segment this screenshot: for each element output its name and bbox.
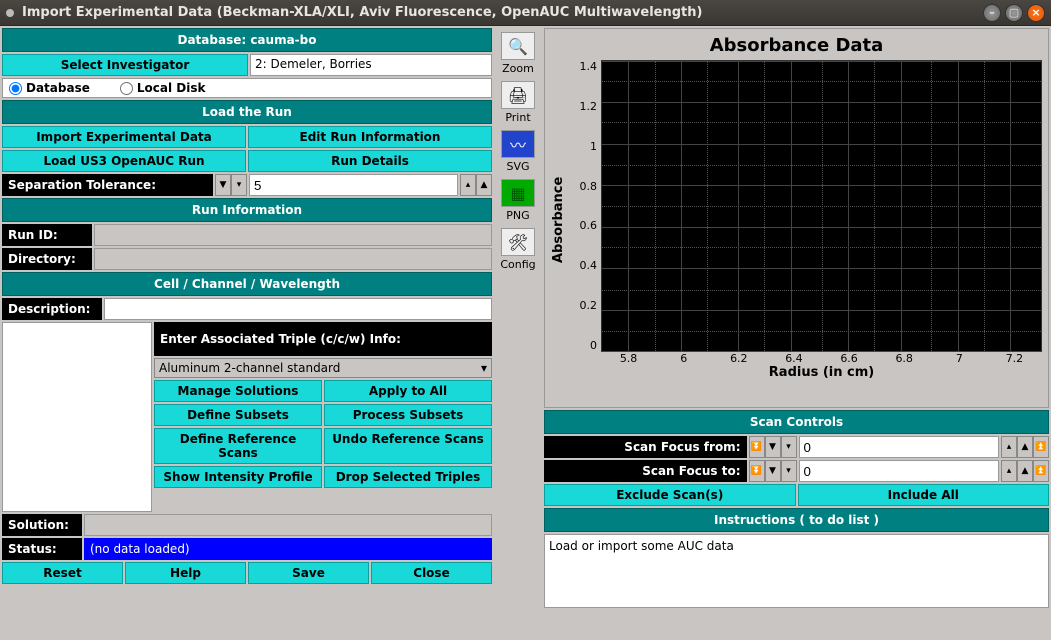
scan-to-bbdn[interactable]: ⏬ [749,460,765,482]
run-info-header: Run Information [2,198,492,222]
scan-to-bup[interactable]: ▲ [1017,460,1033,482]
titlebar: Import Experimental Data (Beckman-XLA/XL… [0,0,1051,26]
chart-xticks: 5.8 6 6.2 6.4 6.6 6.8 7 7.2 [571,352,1042,365]
solution-label: Solution: [2,514,82,536]
scan-from-input[interactable] [799,436,1000,458]
ccw-header: Cell / Channel / Wavelength [2,272,492,296]
window-title: Import Experimental Data (Beckman-XLA/XL… [22,5,702,20]
chart: Absorbance Data Absorbance 1.4 1.2 1 0.8… [544,28,1049,408]
png-tool[interactable]: ▦ PNG [497,177,539,224]
config-tool[interactable]: 🛠 Config [497,226,539,273]
drop-triples-button[interactable]: Drop Selected Triples [324,466,492,488]
svg-icon: 〰 [501,130,535,158]
show-intensity-button[interactable]: Show Intensity Profile [154,466,322,488]
process-subsets-button[interactable]: Process Subsets [324,404,492,426]
scan-to-bdn[interactable]: ▼ [765,460,781,482]
png-icon: ▦ [501,179,535,207]
plot-area[interactable] [601,60,1042,352]
edit-run-button[interactable]: Edit Run Information [248,126,492,148]
scan-controls-header: Scan Controls [544,410,1049,434]
scan-to-dn[interactable]: ▾ [781,460,797,482]
apply-all-button[interactable]: Apply to All [324,380,492,402]
scan-from-up[interactable]: ▴ [1001,436,1017,458]
solution-field[interactable] [84,514,492,536]
scan-from-bup[interactable]: ▲ [1017,436,1033,458]
chart-xlabel: Radius (in cm) [571,365,1042,380]
triple-info-header: Enter Associated Triple (c/c/w) Info: [154,322,492,356]
directory-field[interactable] [94,248,492,270]
investigator-field[interactable]: 2: Demeler, Borries [250,54,492,76]
close-window-button[interactable]: × [1027,4,1045,22]
sep-tol-big-down[interactable]: ▼ [215,174,231,196]
zoom-icon: 🔍 [501,32,535,60]
run-id-field[interactable] [94,224,492,246]
sep-tol-input[interactable] [249,174,458,196]
centerpiece-select[interactable]: Aluminum 2-channel standard ▾ [154,358,492,378]
scan-to-bbup[interactable]: ⏫ [1033,460,1049,482]
scan-to-input[interactable] [799,460,1000,482]
load-us3-button[interactable]: Load US3 OpenAUC Run [2,150,246,172]
minimize-button[interactable]: – [983,4,1001,22]
include-all-button[interactable]: Include All [798,484,1050,506]
chart-yticks: 1.4 1.2 1 0.8 0.6 0.4 0.2 0 [571,60,601,352]
save-button[interactable]: Save [248,562,369,584]
instructions-text: Load or import some AUC data [544,534,1049,608]
run-id-label: Run ID: [2,224,92,246]
print-tool[interactable]: 🖨 Print [497,79,539,126]
scan-from-dn[interactable]: ▾ [781,436,797,458]
window-dot-icon [6,9,14,17]
description-field[interactable] [104,298,492,320]
description-label: Description: [2,298,102,320]
load-run-header: Load the Run [2,100,492,124]
close-button[interactable]: Close [371,562,492,584]
scan-from-bbup[interactable]: ⏫ [1033,436,1049,458]
help-button[interactable]: Help [125,562,246,584]
triple-list[interactable] [2,322,152,512]
instructions-header: Instructions ( to do list ) [544,508,1049,532]
maximize-button[interactable]: ▢ [1005,4,1023,22]
status-label: Status: [2,538,82,560]
scan-from-bdn[interactable]: ▼ [765,436,781,458]
select-investigator-button[interactable]: Select Investigator [2,54,248,76]
undo-ref-button[interactable]: Undo Reference Scans [324,428,492,464]
define-subsets-button[interactable]: Define Subsets [154,404,322,426]
scan-to-label: Scan Focus to: [544,460,747,482]
database-header: Database: cauma-bo [2,28,492,52]
directory-label: Directory: [2,248,92,270]
exclude-scans-button[interactable]: Exclude Scan(s) [544,484,796,506]
manage-solutions-button[interactable]: Manage Solutions [154,380,322,402]
svg-tool[interactable]: 〰 SVG [497,128,539,175]
chart-title: Absorbance Data [551,35,1042,56]
scan-from-label: Scan Focus from: [544,436,747,458]
chevron-down-icon: ▾ [481,361,487,375]
sep-tol-up[interactable]: ▴ [460,174,476,196]
source-radio-group: Database Local Disk [2,78,492,98]
config-icon: 🛠 [501,228,535,256]
import-exp-button[interactable]: Import Experimental Data [2,126,246,148]
define-ref-button[interactable]: Define Reference Scans [154,428,322,464]
scan-from-bbdn[interactable]: ⏬ [749,436,765,458]
scan-to-up[interactable]: ▴ [1001,460,1017,482]
run-details-button[interactable]: Run Details [248,150,492,172]
print-icon: 🖨 [501,81,535,109]
zoom-tool[interactable]: 🔍 Zoom [497,30,539,77]
sep-tol-big-up[interactable]: ▲ [476,174,492,196]
sep-tol-label: Separation Tolerance: [2,174,213,196]
reset-button[interactable]: Reset [2,562,123,584]
radio-database[interactable]: Database [9,81,90,95]
sep-tol-down[interactable]: ▾ [231,174,247,196]
radio-local-disk[interactable]: Local Disk [120,81,206,95]
chart-ylabel: Absorbance [551,60,571,380]
status-value: (no data loaded) [84,538,492,560]
